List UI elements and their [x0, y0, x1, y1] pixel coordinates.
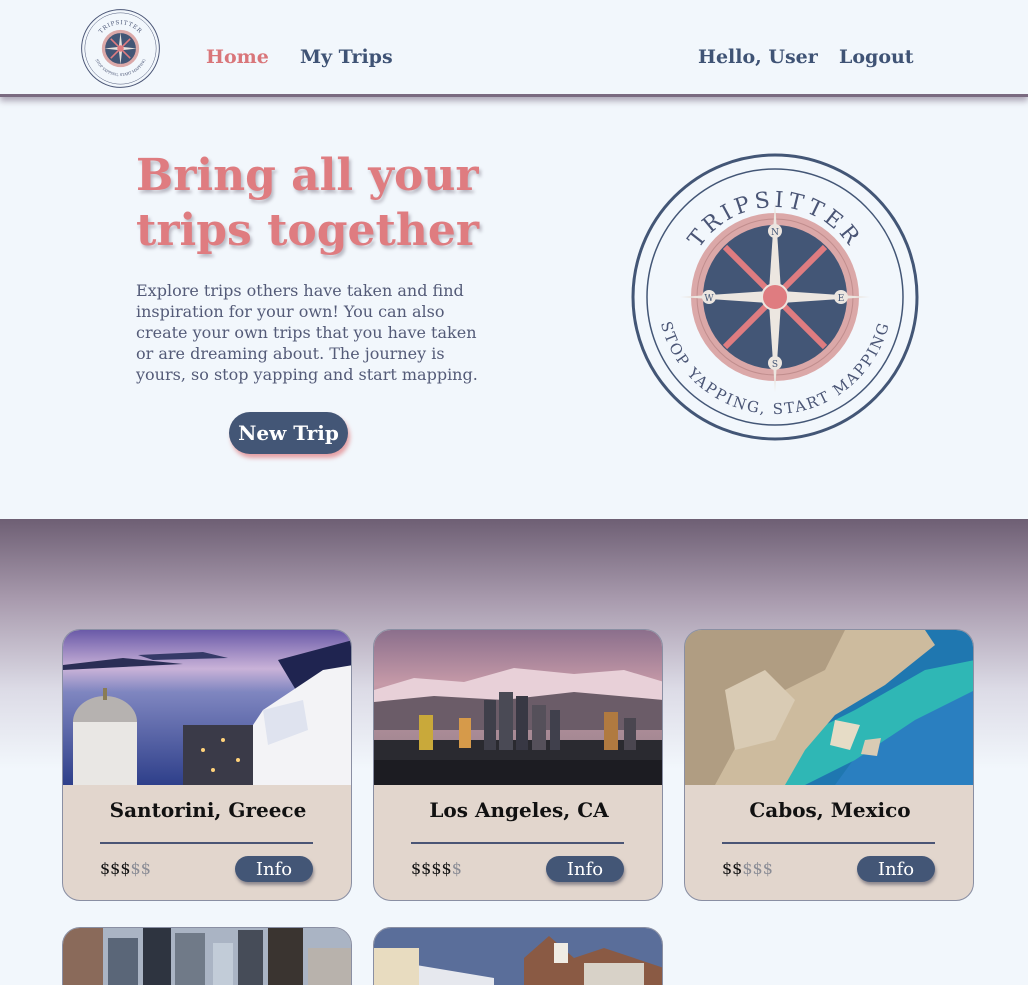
city-image [63, 928, 351, 985]
trip-card[interactable]: Cabos, Mexico $$$$$ Info [684, 629, 974, 901]
village-image [374, 928, 662, 985]
price-rating: $$$$$ [722, 859, 773, 878]
trip-card[interactable] [373, 927, 663, 985]
trip-card[interactable]: Santorini, Greece $$$$$ Info [62, 629, 352, 901]
info-button[interactable]: Info [235, 856, 313, 882]
top-navbar: TRIPSITTER STOP YAPPING, START MAPPING H… [0, 0, 1028, 97]
nav-link-home[interactable]: Home [206, 46, 269, 68]
los-angeles-image [374, 630, 662, 785]
hero-description: Explore trips others have taken and find… [136, 281, 478, 384]
info-button[interactable]: Info [546, 856, 624, 882]
price-rating: $$$$$ [100, 859, 151, 878]
trip-title: Los Angeles, CA [429, 798, 609, 822]
price-filled: $$$$ [411, 859, 452, 878]
user-greeting: Hello, User [698, 46, 818, 68]
divider [722, 842, 935, 844]
trip-title: Cabos, Mexico [749, 798, 911, 822]
new-trip-button[interactable]: New Trip [229, 412, 348, 454]
svg-text:S: S [772, 360, 778, 370]
trip-title: Santorini, Greece [109, 798, 307, 822]
svg-text:N: N [771, 228, 779, 238]
svg-text:E: E [838, 294, 845, 304]
trip-card[interactable] [62, 927, 352, 985]
nav-link-logout[interactable]: Logout [839, 46, 914, 68]
info-button[interactable]: Info [857, 856, 935, 882]
price-empty: $$$ [742, 859, 773, 878]
price-rating: $$$$$ [411, 859, 462, 878]
santorini-image [63, 630, 351, 785]
price-empty: $$ [130, 859, 151, 878]
svg-text:W: W [704, 294, 714, 304]
hero-title-line-1: Bring all your [136, 150, 479, 201]
price-empty: $ [451, 859, 462, 878]
tripsitter-emblem: TRIPSITTER STOP YAPPING, START MAPPING N… [631, 153, 919, 441]
hero-title: Bring all your trips together [136, 148, 556, 258]
nav-link-my-trips[interactable]: My Trips [300, 46, 393, 68]
trip-gallery: Santorini, Greece $$$$$ Info Los Angeles… [0, 519, 1028, 985]
price-filled: $$ [722, 859, 743, 878]
divider [411, 842, 624, 844]
trip-card[interactable]: Los Angeles, CA $$$$$ Info [373, 629, 663, 901]
cabos-image [685, 630, 973, 785]
price-filled: $$$ [100, 859, 131, 878]
tripsitter-logo[interactable]: TRIPSITTER STOP YAPPING, START MAPPING [80, 8, 161, 89]
hero-title-line-2: trips together [136, 205, 479, 256]
divider [100, 842, 313, 844]
